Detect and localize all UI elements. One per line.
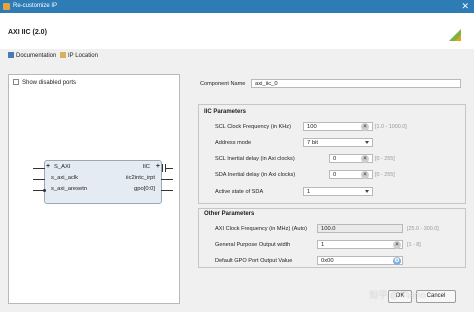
window-title: Re-customize IP bbox=[13, 3, 58, 9]
scl-clock-range: [1.0 - 1000.0] bbox=[375, 124, 407, 130]
documentation-link[interactable]: Documentation bbox=[8, 52, 56, 59]
port-s-axi-aresetn: s_axi_aresetn bbox=[51, 186, 88, 192]
gpo-width-label: General Purpose Output width bbox=[215, 242, 291, 248]
book-icon bbox=[8, 52, 14, 58]
pin-line bbox=[161, 190, 173, 191]
port-gpo: gpo[0:0] bbox=[134, 186, 155, 192]
port-iic: IIC bbox=[142, 164, 150, 170]
show-disabled-ports-checkbox[interactable]: Show disabled ports bbox=[13, 79, 76, 86]
clear-icon[interactable]: × bbox=[393, 240, 401, 249]
pin-line bbox=[33, 179, 45, 180]
address-mode-select[interactable]: 7 bit bbox=[303, 138, 373, 147]
active-state-sda-label: Active state of SDA bbox=[215, 189, 264, 195]
scl-clock-label: SCL Clock Frequency (in KHz) bbox=[215, 124, 291, 130]
sda-inertial-range: [0 - 255] bbox=[375, 172, 395, 178]
component-name-input[interactable]: axi_iic_0 bbox=[251, 79, 461, 88]
close-icon[interactable]: ✕ bbox=[461, 1, 469, 12]
scl-inertial-range: [0 - 255] bbox=[375, 156, 395, 162]
component-name-label: Component Name bbox=[200, 81, 246, 87]
pin-line bbox=[166, 168, 173, 169]
watermark-text: 知乎 @ Tiamo bbox=[369, 290, 426, 300]
port-iic2intc-irpt: iic2intc_irpt bbox=[126, 175, 155, 181]
gpo-default-input[interactable]: 0x00 bbox=[317, 256, 403, 265]
other-parameters-group: Other Parameters AXI Clock Frequency (in… bbox=[198, 208, 466, 268]
clear-icon[interactable]: × bbox=[361, 170, 369, 179]
ip-symbol-block: + S_AXI s_axi_aclk s_axi_aresetn IIC + i… bbox=[33, 160, 173, 204]
vivado-app-icon bbox=[3, 3, 10, 10]
gpo-default-label: Default GPO Port Output Value bbox=[215, 258, 293, 264]
pin-line bbox=[161, 179, 173, 180]
other-parameters-title: Other Parameters bbox=[204, 211, 255, 217]
axi-clock-label: AXI Clock Frequency (in MHz) (Auto) bbox=[215, 226, 308, 232]
sda-inertial-label: SDA Inertial delay (in Axi clocks) bbox=[215, 172, 296, 178]
pin-line bbox=[33, 168, 45, 169]
edit-hex-icon[interactable]: ⚙ bbox=[393, 256, 401, 265]
axi-clock-input: 100.0 bbox=[317, 224, 403, 233]
ip-header: AXI IIC (2.0) bbox=[0, 13, 474, 49]
clear-icon[interactable]: × bbox=[361, 122, 369, 131]
iic-parameters-title: IIC Parameters bbox=[204, 109, 247, 115]
port-s-axi: S_AXI bbox=[54, 164, 71, 170]
expand-plus-icon[interactable]: + bbox=[46, 163, 50, 170]
parameters-panel: Component Name axi_iic_0 IIC Parameters … bbox=[196, 74, 468, 300]
iic-parameters-group: IIC Parameters SCL Clock Frequency (in K… bbox=[198, 104, 466, 204]
ip-name-title: AXI IIC (2.0) bbox=[8, 29, 47, 36]
link-bar: Documentation IP Location bbox=[0, 49, 474, 63]
expand-plus-icon[interactable]: + bbox=[156, 163, 160, 170]
axi-clock-range: [25.0 - 300.0] bbox=[407, 226, 439, 232]
active-state-sda-select[interactable]: 1 bbox=[303, 187, 373, 196]
clear-icon[interactable]: × bbox=[361, 154, 369, 163]
vivado-logo-icon bbox=[449, 29, 461, 41]
ip-symbol-panel: Show disabled ports + S_AXI s_axi_aclk s… bbox=[8, 74, 180, 304]
checkbox-box[interactable] bbox=[13, 79, 19, 85]
window-titlebar: Re-customize IP ✕ bbox=[0, 0, 474, 13]
folder-icon bbox=[60, 52, 66, 58]
reset-dot-icon bbox=[43, 189, 46, 192]
port-s-axi-aclk: s_axi_aclk bbox=[51, 175, 79, 181]
scl-inertial-label: SCL Inertial delay (in Axi clocks) bbox=[215, 156, 295, 162]
gpo-width-range: [1 - 8] bbox=[407, 242, 421, 248]
ip-location-link[interactable]: IP Location bbox=[60, 52, 98, 59]
gpo-width-input[interactable]: 1 bbox=[317, 240, 403, 249]
address-mode-label: Address mode bbox=[215, 140, 252, 146]
